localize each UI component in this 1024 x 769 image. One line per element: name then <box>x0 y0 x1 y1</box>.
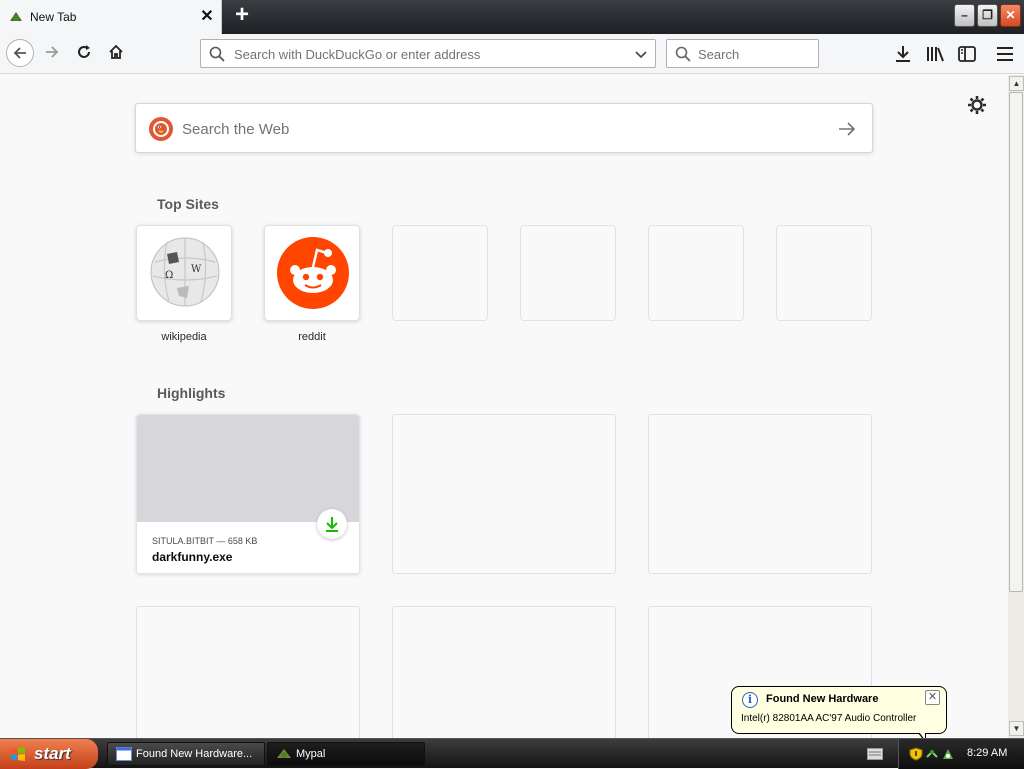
address-bar[interactable]: Search with DuckDuckGo or enter address <box>200 39 656 68</box>
taskbar: start Found New Hardware... Mypal 8:29 A… <box>0 738 1024 769</box>
new-tab-button[interactable]: + <box>230 3 254 28</box>
keyboard-icon[interactable] <box>867 748 883 760</box>
forward-arrow-icon <box>46 46 59 58</box>
highlight-card-empty <box>648 414 872 574</box>
scroll-up-arrow-icon[interactable]: ▲ <box>1009 76 1024 91</box>
search-placeholder: Search <box>698 47 740 62</box>
highlight-card-empty <box>136 606 360 738</box>
sidebar-icon[interactable] <box>956 43 978 65</box>
taskbar-item-mypal[interactable]: Mypal <box>267 742 425 766</box>
scroll-down-arrow-icon[interactable]: ▼ <box>1009 721 1024 736</box>
svg-text:Ω: Ω <box>165 270 173 281</box>
search-icon <box>675 46 691 62</box>
mypal-favicon-icon <box>10 12 22 21</box>
reddit-logo-icon <box>277 237 349 309</box>
highlight-card-download[interactable]: SITULA.BITBIT — 658 KB darkfunny.exe <box>136 414 360 574</box>
duckduckgo-logo-icon <box>149 117 173 141</box>
arrow-right-icon[interactable] <box>837 119 857 139</box>
new-tab-page: Search the Web Top Sites Ω W wikipedia r… <box>0 75 1008 738</box>
home-icon <box>109 44 123 59</box>
highlights-heading: Highlights <box>157 385 226 401</box>
start-label: start <box>34 744 71 763</box>
nav-bar: Search with DuckDuckGo or enter address … <box>0 34 1024 74</box>
address-placeholder: Search with DuckDuckGo or enter address <box>234 47 481 62</box>
window-maximize-button[interactable]: ❐ <box>977 4 998 27</box>
taskbar-item-found-new-hardware[interactable]: Found New Hardware... <box>107 742 265 766</box>
vertical-scrollbar[interactable]: ▲ ▼ <box>1008 75 1024 738</box>
web-search-box[interactable]: Search the Web <box>135 103 873 153</box>
chevron-down-icon[interactable] <box>633 46 649 62</box>
reload-button[interactable] <box>71 39 99 67</box>
scroll-thumb[interactable] <box>1009 92 1023 592</box>
top-site-tile-empty[interactable] <box>520 225 616 321</box>
top-site-tile-reddit[interactable] <box>264 225 360 321</box>
forward-button[interactable] <box>39 39 67 67</box>
top-site-tile-empty[interactable] <box>392 225 488 321</box>
download-badge <box>317 509 347 539</box>
tab-new-tab[interactable]: New Tab ✕ <box>0 0 222 34</box>
tab-strip: New Tab ✕ + – ❐ ✕ <box>0 0 1024 34</box>
top-site-label: wikipedia <box>161 331 207 343</box>
clock: 8:29 AM <box>967 747 1008 759</box>
gear-icon[interactable] <box>966 94 988 116</box>
back-arrow-icon <box>13 47 26 59</box>
taskbar-item-label: Found New Hardware... <box>136 748 253 760</box>
found-new-hardware-balloon[interactable]: i Found New Hardware Intel(r) 82801AA AC… <box>731 686 947 743</box>
home-button[interactable] <box>103 39 131 67</box>
hamburger-menu-icon[interactable] <box>994 43 1016 65</box>
search-bar[interactable]: Search <box>666 39 819 68</box>
mypal-icon <box>277 749 291 758</box>
search-icon <box>209 46 225 62</box>
balloon-body: Intel(r) 82801AA AC'97 Audio Controller <box>741 713 917 724</box>
tab-close-icon[interactable]: ✕ <box>198 8 216 26</box>
taskbar-item-label: Mypal <box>296 748 326 760</box>
tab-title: New Tab <box>30 10 77 24</box>
highlight-filename: darkfunny.exe <box>152 550 233 564</box>
top-site-label: reddit <box>298 331 326 343</box>
system-tray: 8:29 AM <box>898 739 1024 769</box>
top-sites-heading: Top Sites <box>157 196 219 212</box>
download-icon <box>326 517 338 532</box>
top-site-tile-empty[interactable] <box>648 225 744 321</box>
highlight-meta: SITULA.BITBIT — 658 KB <box>152 536 258 546</box>
window-close-button[interactable]: ✕ <box>1000 4 1021 27</box>
back-button[interactable] <box>6 39 34 67</box>
security-shield-icon[interactable] <box>909 747 923 761</box>
info-icon: i <box>742 692 758 708</box>
window-minimize-button[interactable]: – <box>954 4 975 27</box>
hardware-icon[interactable] <box>941 747 955 761</box>
download-icon[interactable] <box>892 43 914 65</box>
svg-text:W: W <box>191 264 202 275</box>
highlight-preview <box>137 415 359 522</box>
highlight-card-empty <box>392 414 616 574</box>
network-icon[interactable] <box>925 747 939 761</box>
wikipedia-logo-icon: Ω W <box>150 237 220 307</box>
start-button[interactable]: start <box>0 739 98 769</box>
top-site-tile-wikipedia[interactable]: Ω W <box>136 225 232 321</box>
windows-flag-icon <box>11 747 25 761</box>
library-icon[interactable] <box>924 43 946 65</box>
reload-icon <box>78 45 90 58</box>
highlight-card-empty <box>392 606 616 738</box>
web-search-placeholder: Search the Web <box>182 121 290 138</box>
window-icon <box>116 747 132 761</box>
balloon-title: Found New Hardware <box>766 693 879 705</box>
balloon-close-button[interactable]: ✕ <box>925 690 940 705</box>
top-site-tile-empty[interactable] <box>776 225 872 321</box>
